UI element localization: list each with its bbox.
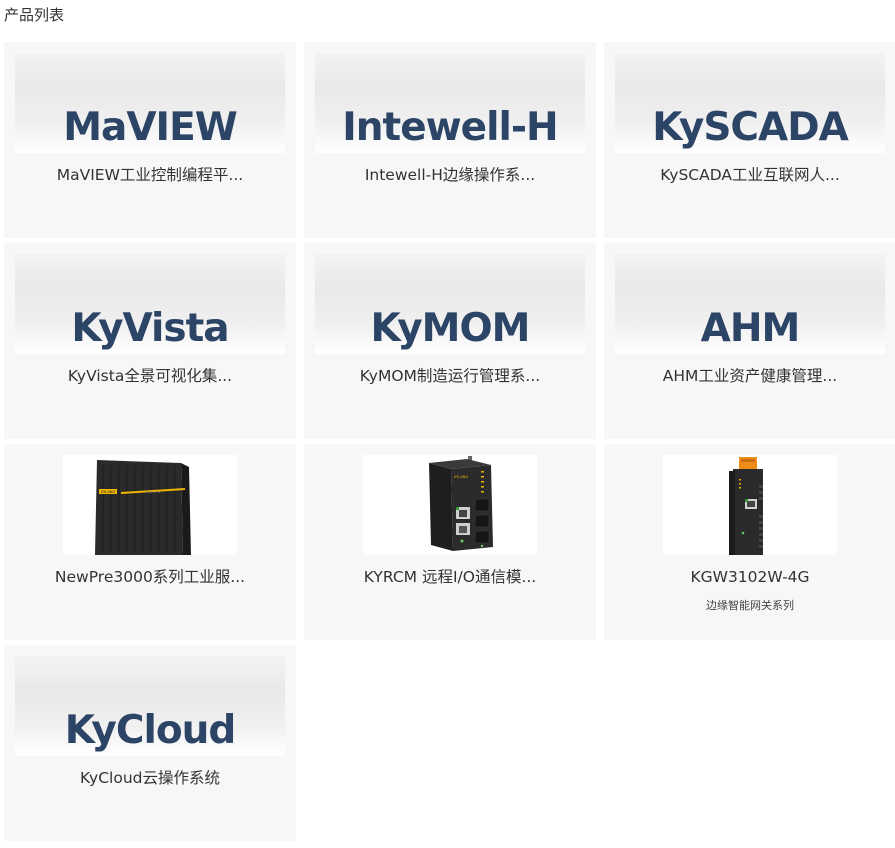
product-logo-image: KyMOM KyMOM xyxy=(315,254,585,354)
product-card-newpre3000[interactable]: KYLAND NewPre3000系列工业服... xyxy=(4,444,296,640)
product-card-kgw3102w-4g[interactable]: KGW3102W-4G 边缘智能网关系列 xyxy=(604,444,895,640)
logo-text: KyVista xyxy=(71,306,229,351)
logo-text: AHM xyxy=(700,306,801,351)
product-card-kymom[interactable]: KyMOM KyMOM KyMOM制造运行管理系... xyxy=(304,243,596,439)
industrial-server-image: KYLAND xyxy=(95,460,191,555)
product-grid: MaVIEW MaVIEW MaVIEW工业控制编程平... Intewell-… xyxy=(4,42,895,841)
remote-io-module-image: KYLAND xyxy=(429,456,493,551)
logo-text: KySCADA xyxy=(652,105,849,150)
product-logo-image: KyVista KyVista xyxy=(15,254,285,354)
product-title[interactable]: KyCloud云操作系统 xyxy=(4,767,296,789)
svg-text:KYLAND: KYLAND xyxy=(454,475,468,479)
logo-text: MaVIEW xyxy=(63,105,237,150)
product-logo-image: KyCloud KyCloud xyxy=(15,656,285,756)
product-title[interactable]: AHM工业资产健康管理... xyxy=(604,365,895,387)
product-logo-image: MaVIEW MaVIEW xyxy=(15,53,285,153)
product-card-intewell-h[interactable]: Intewell-H Intewell-H Intewell-H边缘操作系... xyxy=(304,42,596,238)
product-card-kyrcm[interactable]: KYLAND KYRCM 远程I/O通信模... xyxy=(304,444,596,640)
logo-text: KyMOM xyxy=(370,306,531,351)
product-logo-image: Intewell-H Intewell-H xyxy=(315,53,585,153)
product-title[interactable]: MaVIEW工业控制编程平... xyxy=(4,164,296,186)
product-card-ahm[interactable]: AHM AHM AHM工业资产健康管理... xyxy=(604,243,895,439)
product-title[interactable]: NewPre3000系列工业服... xyxy=(4,566,296,588)
product-title[interactable]: KyMOM制造运行管理系... xyxy=(304,365,596,387)
remote-io-module-icon: KYLAND xyxy=(363,455,537,555)
product-title[interactable]: KySCADA工业互联网人... xyxy=(604,164,895,186)
page-title: 产品列表 xyxy=(4,6,65,24)
logo-text: Intewell-H xyxy=(342,105,558,150)
edge-gateway-icon xyxy=(663,455,837,555)
product-card-kyvista[interactable]: KyVista KyVista KyVista全景可视化集... xyxy=(4,243,296,439)
product-title[interactable]: KYRCM 远程I/O通信模... xyxy=(304,566,596,588)
edge-gateway-image xyxy=(729,457,763,555)
product-logo-image: AHM AHM xyxy=(615,254,885,354)
product-title[interactable]: KyVista全景可视化集... xyxy=(4,365,296,387)
product-card-kyscada[interactable]: KySCADA KySCADA KySCADA工业互联网人... xyxy=(604,42,895,238)
product-logo-image: KySCADA KySCADA xyxy=(615,53,885,153)
svg-text:KYLAND: KYLAND xyxy=(101,490,115,494)
product-subtitle: 边缘智能网关系列 xyxy=(706,599,794,612)
logo-text: KyCloud xyxy=(64,708,237,753)
product-title[interactable]: Intewell-H边缘操作系... xyxy=(304,164,596,186)
product-card-kycloud[interactable]: KyCloud KyCloud KyCloud云操作系统 xyxy=(4,645,296,841)
product-card-maview[interactable]: MaVIEW MaVIEW MaVIEW工业控制编程平... xyxy=(4,42,296,238)
industrial-server-icon: KYLAND xyxy=(63,455,237,555)
product-title[interactable]: KGW3102W-4G xyxy=(604,566,895,588)
